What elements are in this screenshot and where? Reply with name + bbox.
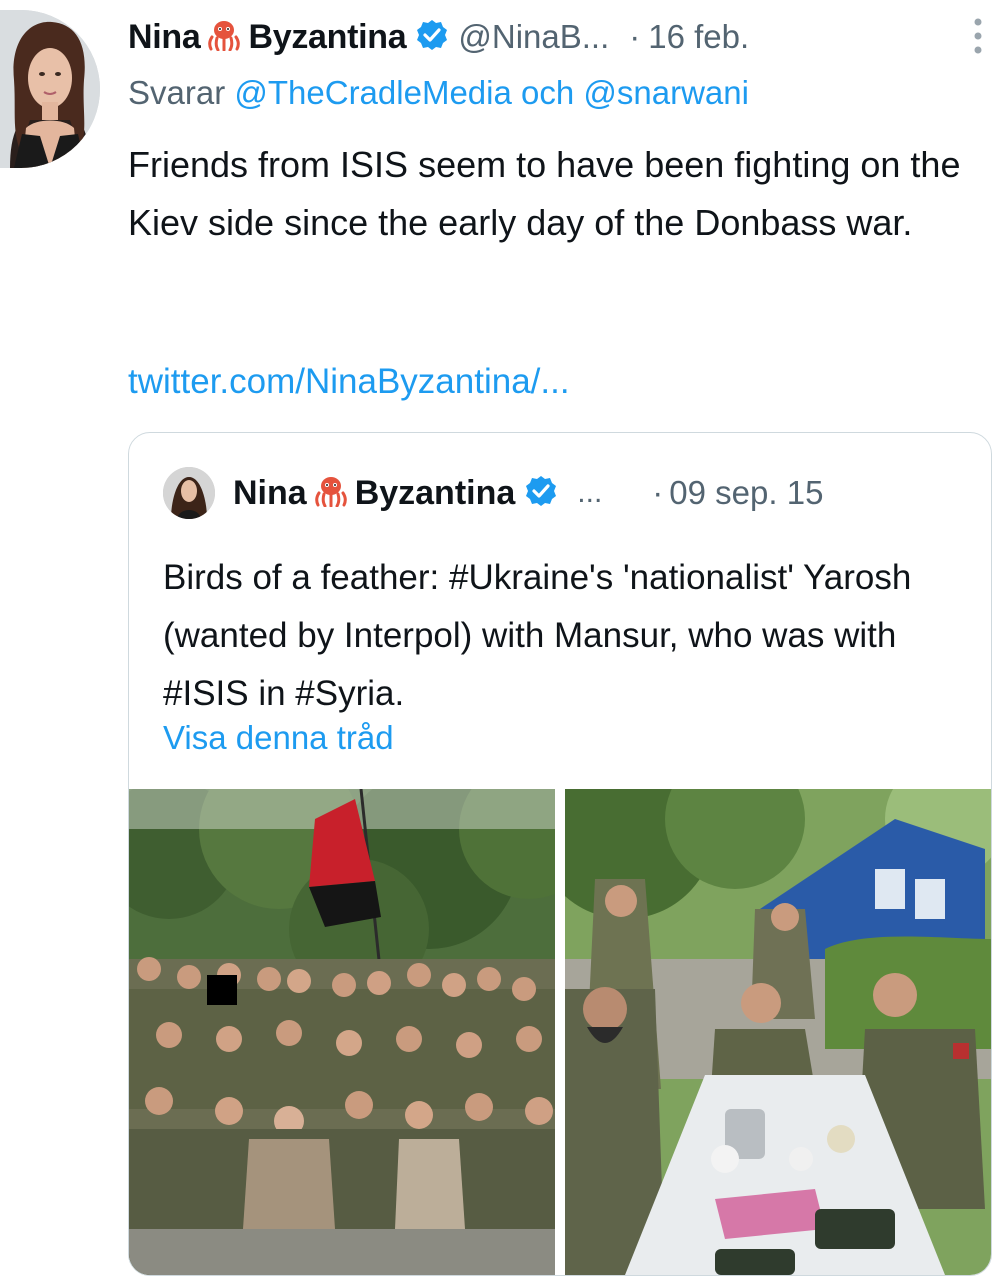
reply-prefix: Svarar bbox=[128, 74, 226, 111]
media-photo-table-scene[interactable] bbox=[565, 789, 991, 1275]
media-divider bbox=[555, 789, 565, 1275]
tweet-header: Nina Byzantina @NinaB... · 16 feb. bbox=[128, 12, 998, 62]
octopus-icon bbox=[206, 19, 242, 56]
quoted-author-name-first[interactable]: Nina bbox=[233, 474, 307, 513]
author-name-last[interactable]: Byzantina bbox=[248, 18, 406, 57]
media-photo-group-with-flag[interactable] bbox=[129, 789, 555, 1275]
reply-context: Svarar @TheCradleMedia och @snarwani bbox=[128, 74, 749, 112]
quoted-author-avatar[interactable] bbox=[163, 467, 215, 519]
reply-mention-snarwani[interactable]: @snarwani bbox=[583, 74, 749, 111]
show-thread-link[interactable]: Visa denna tråd bbox=[163, 719, 394, 757]
author-handle[interactable]: @NinaB... bbox=[458, 18, 609, 56]
quoted-author-name-last[interactable]: Byzantina bbox=[355, 474, 516, 513]
octopus-icon bbox=[313, 475, 349, 512]
tweet-date[interactable]: 16 feb. bbox=[648, 18, 749, 56]
author-name-first[interactable]: Nina bbox=[128, 18, 201, 57]
quoted-tweet-text: Birds of a feather: #Ukraine's 'national… bbox=[163, 558, 912, 713]
quoted-handle-truncated: ... bbox=[577, 476, 603, 509]
tweet-link[interactable]: twitter.com/NinaByzantina/... bbox=[128, 362, 570, 402]
quoted-tweet-header: Nina Byzantina ... · 09 sep. 15 bbox=[163, 465, 823, 521]
verified-badge-icon bbox=[416, 19, 448, 56]
quoted-tweet[interactable]: Nina Byzantina ... · 09 sep. 15 Birds of… bbox=[128, 432, 992, 1276]
verified-badge-icon bbox=[525, 475, 557, 512]
quoted-tweet-date[interactable]: 09 sep. 15 bbox=[669, 474, 823, 512]
tweet-text: Friends from ISIS seem to have been figh… bbox=[128, 144, 961, 243]
more-vertical-icon[interactable] bbox=[972, 16, 984, 61]
quoted-date-separator: · bbox=[652, 474, 664, 511]
author-avatar[interactable] bbox=[0, 10, 100, 168]
reply-conjunction: och bbox=[521, 74, 575, 111]
quoted-tweet-media bbox=[129, 789, 991, 1275]
reply-mention-thecradlemedia[interactable]: @TheCradleMedia bbox=[234, 74, 511, 111]
date-separator: · bbox=[629, 18, 641, 55]
